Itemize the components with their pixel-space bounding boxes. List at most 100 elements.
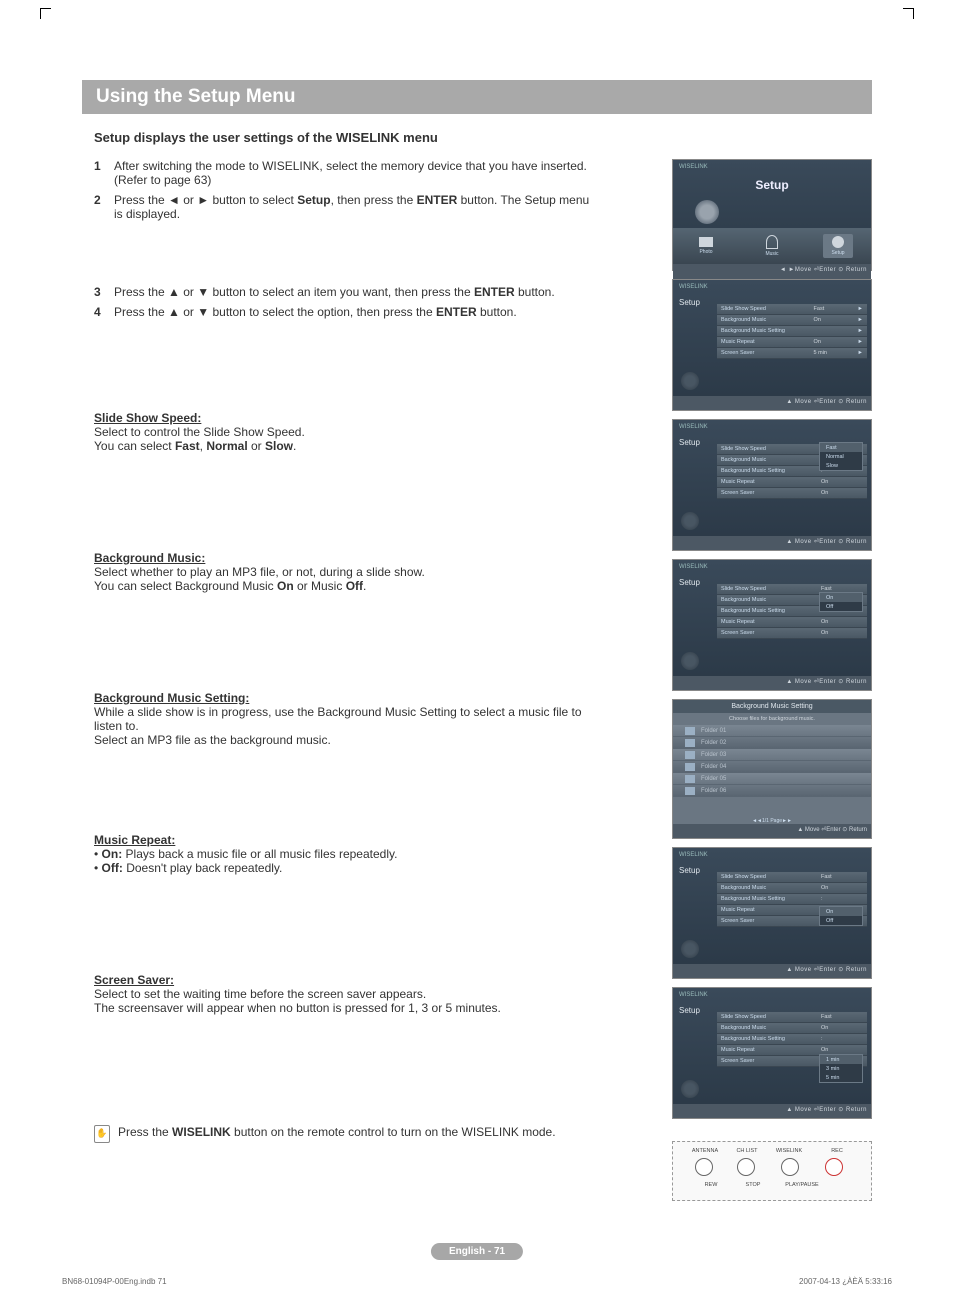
gear-icon <box>681 652 699 670</box>
right-arrow-icon: ► <box>858 317 863 323</box>
folder-icon <box>685 787 695 795</box>
screenshot-setup-list: WISELINK Setup Slide Show SpeedFast► Bac… <box>672 279 872 411</box>
folder-row: Folder 02 <box>673 737 871 749</box>
folder-icon <box>685 739 695 747</box>
step-number: 3 <box>94 285 114 299</box>
menu-row-bgm: Background MusicOn► <box>717 315 867 326</box>
menu-row-repeat: Music RepeatOn <box>717 477 867 488</box>
remote-button <box>737 1158 755 1176</box>
menu-row-bgm: Background MusicOn <box>717 1023 867 1034</box>
nav-photo: Photo <box>691 237 721 255</box>
setup-menu: Slide Show SpeedFast► Background MusicOn… <box>717 304 867 359</box>
right-arrow-icon: ► <box>197 193 209 207</box>
up-arrow-icon: ▲ <box>168 285 180 299</box>
step-number: 1 <box>94 159 114 187</box>
menu-row-bgms: Background Music Setting: <box>717 1034 867 1045</box>
step-list-1: 1 After switching the mode to WISELINK, … <box>94 159 592 221</box>
section-screen-saver: Screen Saver: Select to set the waiting … <box>94 973 592 1015</box>
nav-setup: Setup <box>823 234 853 258</box>
step-number: 2 <box>94 193 114 221</box>
menu-row-repeat: Music RepeatOn► <box>717 337 867 348</box>
step-text: Press the ▲ or ▼ button to select an ite… <box>114 285 555 299</box>
folder-row: Folder 01 <box>673 725 871 737</box>
folder-row: Folder 05 <box>673 773 871 785</box>
tip-row: ✋ Press the WISELINK button on the remot… <box>94 1125 592 1143</box>
right-arrow-icon: ► <box>858 328 863 334</box>
page-subtitle: Setup displays the user settings of the … <box>94 130 872 145</box>
folder-icon <box>685 775 695 783</box>
content-area: Using the Setup Menu Setup displays the … <box>82 80 872 1201</box>
footer-right: 2007-04-13 ¿ÀÈÄ 5:33:16 <box>799 1277 892 1286</box>
left-column: 1 After switching the mode to WISELINK, … <box>82 159 592 1143</box>
screenshot-slide-speed: WISELINK Setup Slide Show Speed: Backgro… <box>672 419 872 551</box>
menu-row-slide: Slide Show SpeedFast <box>717 872 867 883</box>
right-arrow-icon: ► <box>858 306 863 312</box>
folder-icon <box>685 727 695 735</box>
section-slide-show-speed: Slide Show Speed: Select to control the … <box>94 411 592 453</box>
down-arrow-icon: ▼ <box>197 285 209 299</box>
gear-icon <box>681 940 699 958</box>
remote-button <box>825 1158 843 1176</box>
tip-text: Press the WISELINK button on the remote … <box>118 1125 556 1139</box>
screenshot-music-repeat: WISELINK Setup Slide Show SpeedFast Back… <box>672 847 872 979</box>
menu-row-slide: Slide Show SpeedFast► <box>717 304 867 315</box>
manual-page: Using the Setup Menu Setup displays the … <box>0 0 954 1310</box>
screenshot-screen-saver: WISELINK Setup Slide Show SpeedFast Back… <box>672 987 872 1119</box>
dropdown-bgm: On Off <box>819 592 863 612</box>
section-bgm-setting: Background Music Setting: While a slide … <box>94 691 592 747</box>
dropdown-saver: 1 min 3 min 5 min <box>819 1054 863 1083</box>
nav-bar: Photo Music Setup <box>673 228 871 264</box>
menu-row-bgms: Background Music Setting: <box>717 894 867 905</box>
folder-row: Folder 04 <box>673 761 871 773</box>
step-text: Press the ▲ or ▼ button to select the op… <box>114 305 517 319</box>
screenshot-bgm: WISELINK Setup Slide Show SpeedFast Back… <box>672 559 872 691</box>
folder-icon <box>685 751 695 759</box>
step-4: 4 Press the ▲ or ▼ button to select the … <box>94 305 592 319</box>
folder-row: Folder 03 <box>673 749 871 761</box>
step-text: After switching the mode to WISELINK, se… <box>114 159 592 187</box>
menu-row-slide: Slide Show SpeedFast <box>717 1012 867 1023</box>
screenshot-setup-main: WISELINK Setup Photo Music Setup ◄ ►Move… <box>672 159 872 271</box>
page-title: Using the Setup Menu <box>82 80 872 114</box>
right-column: WISELINK Setup Photo Music Setup ◄ ►Move… <box>672 159 872 1201</box>
right-arrow-icon: ► <box>858 350 863 356</box>
down-arrow-icon: ▼ <box>197 305 209 319</box>
left-arrow-icon: ◄ <box>168 193 180 207</box>
music-icon <box>766 235 778 249</box>
menu-row-bgms: Background Music Setting► <box>717 326 867 337</box>
remote-button <box>781 1158 799 1176</box>
step-2: 2 Press the ◄ or ► button to select Setu… <box>94 193 592 221</box>
step-text: Press the ◄ or ► button to select Setup,… <box>114 193 592 221</box>
step-1: 1 After switching the mode to WISELINK, … <box>94 159 592 187</box>
remote-button <box>695 1158 713 1176</box>
menu-row-saver: Screen Saver5 min► <box>717 348 867 359</box>
up-arrow-icon: ▲ <box>168 305 180 319</box>
footer-left: BN68-01094P-00Eng.indb 71 <box>62 1277 167 1286</box>
gear-icon <box>681 372 699 390</box>
gear-icon <box>832 236 844 248</box>
gear-icon <box>681 1080 699 1098</box>
gear-icon <box>681 512 699 530</box>
section-music-repeat: Music Repeat: • On: Plays back a music f… <box>94 833 592 875</box>
menu-row-repeat: Music RepeatOn <box>717 617 867 628</box>
menu-row-saver: Screen SaverOn <box>717 628 867 639</box>
screenshot-bgm-setting: Background Music Setting Choose files fo… <box>672 699 872 839</box>
crop-mark <box>40 8 51 19</box>
nav-music: Music <box>757 235 787 257</box>
right-arrow-icon: ► <box>858 339 863 345</box>
section-background-music: Background Music: Select whether to play… <box>94 551 592 593</box>
step-3: 3 Press the ▲ or ▼ button to select an i… <box>94 285 592 299</box>
menu-row-saver: Screen SaverOn <box>717 488 867 499</box>
step-list-2: 3 Press the ▲ or ▼ button to select an i… <box>94 285 592 319</box>
folder-icon <box>685 763 695 771</box>
folder-row: Folder 06 <box>673 785 871 797</box>
crop-mark <box>903 8 914 19</box>
remote-tip-icon: ✋ <box>94 1125 110 1143</box>
remote-diagram: ANTENNA CH LIST WISELINK REC REW STOP PL… <box>672 1141 872 1201</box>
gear-icon <box>695 200 719 224</box>
photo-icon <box>699 237 713 247</box>
step-number: 4 <box>94 305 114 319</box>
page-pill: English - 71 <box>431 1243 523 1260</box>
dropdown-slide-speed: Fast Normal Slow <box>819 442 863 471</box>
dropdown-repeat: On Off <box>819 906 863 926</box>
